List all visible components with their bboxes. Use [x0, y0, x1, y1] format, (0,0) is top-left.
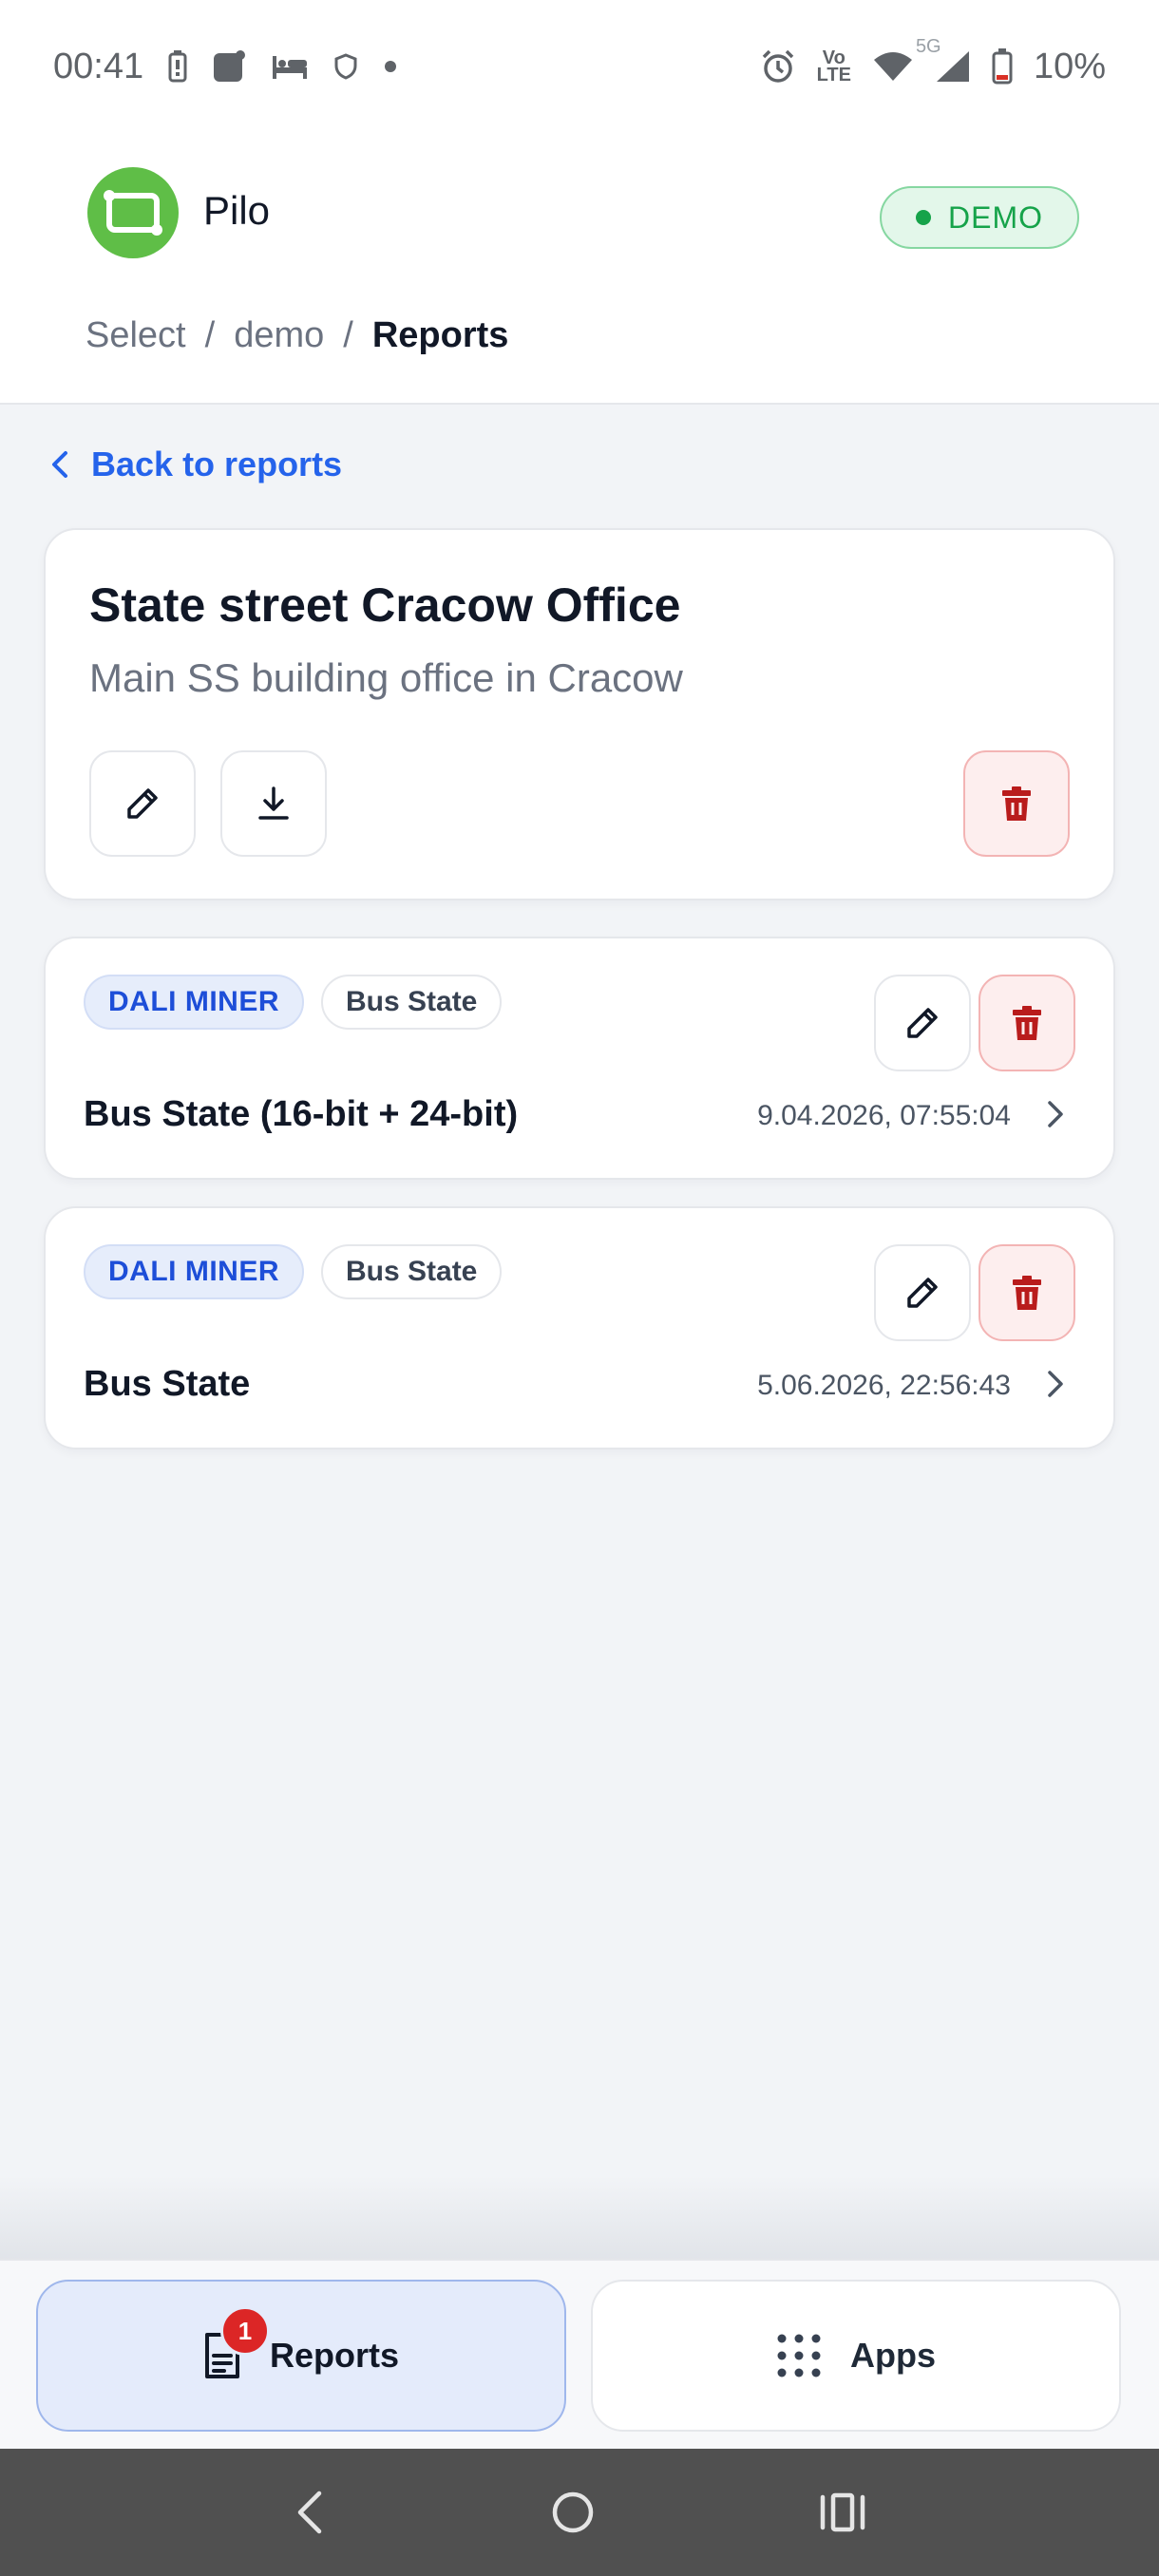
office-title: State street Cracow Office — [89, 578, 681, 632]
breadcrumb-select[interactable]: Select — [86, 315, 186, 356]
breadcrumb-demo[interactable]: demo — [234, 315, 324, 356]
report-kind-tag: Bus State — [321, 975, 503, 1030]
bed-icon — [271, 52, 309, 81]
edit-report-button[interactable] — [874, 975, 971, 1071]
pencil-icon — [907, 1008, 938, 1038]
pencil-icon — [127, 788, 158, 819]
tab-apps-label: Apps — [850, 2336, 936, 2375]
system-navigation-bar — [0, 2449, 1159, 2576]
tab-apps[interactable]: Apps — [591, 2280, 1121, 2432]
download-report-button[interactable] — [220, 750, 327, 857]
breadcrumb-separator: / — [343, 315, 353, 355]
office-card: State street Cracow Office Main SS build… — [44, 528, 1115, 900]
report-card[interactable]: DALI MINER Bus State Bus State (16-bit +… — [44, 937, 1115, 1180]
back-icon[interactable] — [293, 2490, 327, 2535]
app-logo[interactable] — [87, 167, 179, 258]
chevron-right-icon — [1048, 1101, 1063, 1127]
delete-office-button[interactable] — [963, 750, 1070, 857]
breadcrumb-separator: / — [204, 315, 216, 355]
battery-saver-icon — [168, 50, 187, 83]
report-kind-tag: Bus State — [321, 1244, 503, 1299]
status-bar: 00:41 Vo LTE 5G 10% — [0, 0, 1159, 133]
volte-icon: Vo LTE — [816, 47, 851, 85]
report-date: 5.06.2026, 22:56:43 — [757, 1370, 1011, 1401]
app-header: Pilo DEMO Select / demo / Reports — [0, 133, 1159, 405]
document-icon: 1 — [203, 2306, 270, 2380]
app-name: Pilo — [203, 188, 271, 233]
tab-reports[interactable]: 1 Reports — [36, 2280, 566, 2432]
breadcrumb: Select / demo / Reports — [86, 315, 508, 356]
trash-icon — [1013, 1276, 1041, 1310]
notification-badge: 1 — [219, 2306, 270, 2356]
shield-icon — [333, 52, 358, 81]
dot-icon — [383, 59, 398, 74]
office-subtitle: Main SS building office in Cracow — [89, 655, 683, 700]
trash-icon — [1002, 786, 1031, 821]
back-to-reports-link[interactable]: Back to reports — [49, 445, 342, 484]
battery-icon — [992, 48, 1013, 85]
demo-badge: DEMO — [880, 186, 1079, 249]
breadcrumb-current: Reports — [371, 315, 509, 355]
bottom-shadow — [0, 2175, 1159, 2261]
report-card[interactable]: DALI MINER Bus State Bus State 5.06.2026… — [44, 1206, 1115, 1449]
edit-office-button[interactable] — [89, 750, 196, 857]
alarm-icon — [760, 48, 796, 85]
report-type-tag: DALI MINER — [84, 1244, 304, 1299]
report-title: Bus State — [84, 1364, 251, 1404]
home-icon[interactable] — [550, 2490, 596, 2535]
pencil-icon — [907, 1278, 938, 1308]
app-notification-icon — [212, 49, 246, 84]
report-date: 9.04.2026, 07:55:04 — [757, 1100, 1011, 1131]
recent-apps-icon[interactable] — [819, 2491, 866, 2533]
reports-screen: 00:41 Vo LTE 5G 10% Pilo DEMO Select / d… — [0, 0, 1159, 2576]
status-time: 00:41 — [53, 46, 144, 86]
download-icon — [258, 786, 289, 820]
bottom-navigation: 1 Reports Apps — [0, 2259, 1159, 2449]
delete-report-button[interactable] — [978, 975, 1075, 1071]
chevron-left-icon — [52, 451, 67, 478]
chevron-right-icon — [1048, 1371, 1063, 1397]
grid-dots-icon — [777, 2334, 821, 2377]
tab-reports-label: Reports — [269, 2336, 400, 2375]
battery-percent: 10% — [1033, 46, 1106, 86]
edit-report-button[interactable] — [874, 1244, 971, 1341]
status-dot-icon — [916, 210, 931, 225]
wifi-icon — [872, 50, 914, 83]
trash-icon — [1013, 1006, 1041, 1040]
delete-report-button[interactable] — [978, 1244, 1075, 1341]
signal-icon: 5G — [916, 36, 971, 84]
report-title: Bus State (16-bit + 24-bit) — [84, 1094, 519, 1134]
report-type-tag: DALI MINER — [84, 975, 304, 1030]
